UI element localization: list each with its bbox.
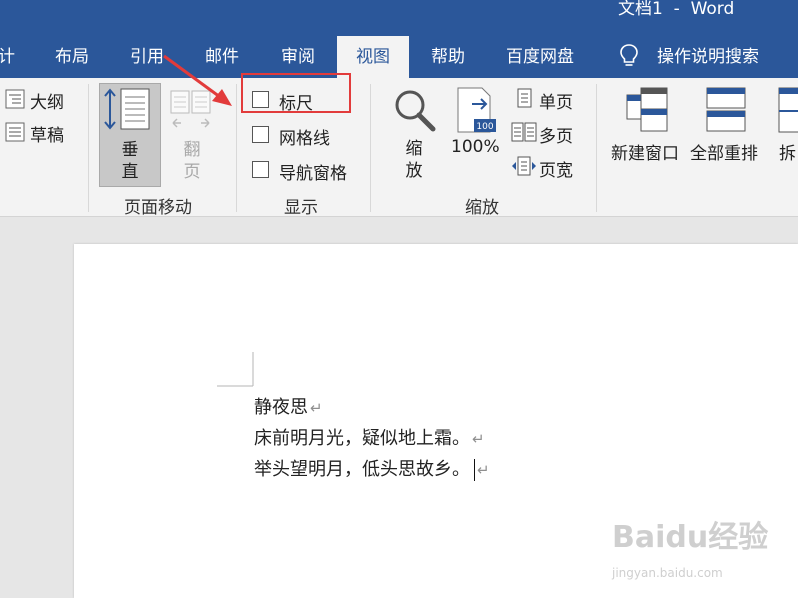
poem-line-2: 举头望明月，低头思故乡。 xyxy=(254,459,470,480)
one-page-icon xyxy=(517,88,532,108)
ruler-highlight-box xyxy=(241,73,351,113)
tell-me-search[interactable]: 操作说明搜索 xyxy=(657,36,759,78)
tab-design[interactable]: 计 xyxy=(0,36,15,78)
tab-view[interactable]: 视图 xyxy=(337,36,409,78)
window-title: 文档1 - Word xyxy=(618,0,735,19)
paragraph-mark: ↵ xyxy=(477,461,490,479)
split-icon xyxy=(778,87,798,133)
zoom-100-button[interactable]: 100% xyxy=(451,137,500,157)
arrange-all-icon xyxy=(706,87,746,132)
new-window-button[interactable]: 新建窗口 xyxy=(611,139,679,164)
tab-review[interactable]: 审阅 xyxy=(281,36,315,78)
draft-icon xyxy=(5,122,25,142)
side-to-side-label-2[interactable]: 页 xyxy=(180,161,204,183)
group-separator xyxy=(596,84,597,212)
navigation-pane-label[interactable]: 导航窗格 xyxy=(279,159,347,184)
tab-references[interactable]: 引用 xyxy=(130,36,164,78)
watermark-brand: Baidu经验 xyxy=(612,520,769,555)
zoom-label-2[interactable]: 放 xyxy=(402,160,426,182)
document-line-2[interactable]: 举头望明月，低头思故乡。 ↵ xyxy=(254,455,490,481)
paragraph-mark: ↵ xyxy=(310,399,323,417)
page-width-button[interactable]: 页宽 xyxy=(539,156,573,181)
navigation-pane-checkbox[interactable] xyxy=(252,161,269,178)
vertical-label-1: 垂 xyxy=(121,140,139,160)
side-to-side-label-1[interactable]: 翻 xyxy=(180,139,204,161)
vertical-label-2: 直 xyxy=(121,162,139,182)
document-line-title[interactable]: 静夜思 ↵ xyxy=(254,393,323,419)
outline-view-button[interactable]: 大纲 xyxy=(30,88,64,113)
tab-layout[interactable]: 布局 xyxy=(55,36,89,78)
new-window-icon xyxy=(626,87,668,132)
poem-title: 静夜思 xyxy=(254,397,308,418)
show-group-label: 显示 xyxy=(284,198,318,218)
arrange-all-button[interactable]: 全部重排 xyxy=(690,139,758,164)
red-arrow-icon xyxy=(163,54,232,106)
title-bar: 文档1 - Word xyxy=(0,0,798,36)
svg-text:100: 100 xyxy=(476,122,493,132)
group-separator xyxy=(88,84,89,212)
zoom-magnifier-icon xyxy=(395,90,436,132)
tab-baidu-netdisk[interactable]: 百度网盘 xyxy=(506,36,574,78)
gridlines-checkbox[interactable] xyxy=(252,126,269,143)
paragraph-mark: ↵ xyxy=(472,430,485,448)
outline-icon xyxy=(5,89,25,109)
page-movement-group-label: 页面移动 xyxy=(124,198,192,218)
poem-line-1: 床前明月光，疑似地上霜。 xyxy=(254,428,470,449)
gridlines-label[interactable]: 网格线 xyxy=(279,124,330,149)
page-width-icon xyxy=(512,156,536,176)
zoom-100-icon: 100 xyxy=(457,87,496,133)
group-separator xyxy=(370,84,371,212)
margin-corner-marker xyxy=(217,352,254,387)
multiple-pages-button[interactable]: 多页 xyxy=(539,122,573,147)
tab-help[interactable]: 帮助 xyxy=(431,36,465,78)
one-page-button[interactable]: 单页 xyxy=(539,88,573,113)
document-line-1[interactable]: 床前明月光，疑似地上霜。 ↵ xyxy=(254,424,485,450)
lightbulb-icon xyxy=(620,44,638,66)
vertical-pages-icon xyxy=(104,88,150,130)
draft-view-button[interactable]: 草稿 xyxy=(30,121,64,146)
multiple-pages-icon xyxy=(511,122,537,142)
watermark-url: jingyan.baidu.com xyxy=(612,566,723,580)
text-cursor xyxy=(474,459,475,481)
split-button[interactable]: 拆 xyxy=(779,139,796,164)
zoom-group-label: 缩放 xyxy=(465,198,499,218)
zoom-label-1[interactable]: 缩 xyxy=(402,138,426,160)
